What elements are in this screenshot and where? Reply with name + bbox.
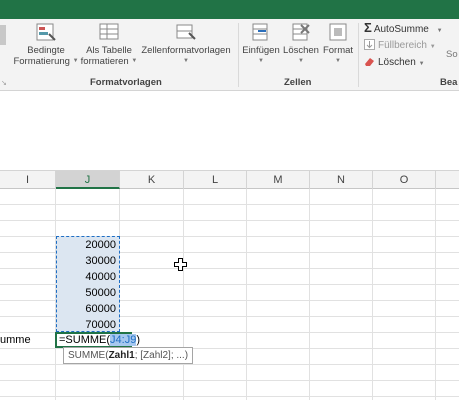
cell-cursor-icon	[174, 258, 187, 271]
format-as-table-button[interactable]: Als Tabelle formatieren ▼	[80, 22, 138, 67]
sort-filter-label: So	[446, 49, 458, 60]
grid-line	[0, 220, 459, 221]
chevron-down-icon: ▼	[258, 58, 264, 64]
cell-j7[interactable]: 50000	[56, 285, 116, 301]
chevron-down-icon: ▼	[418, 61, 425, 67]
format-as-table-label-1: Als Tabelle	[86, 45, 132, 56]
formula-range-ref: J4:J9	[110, 334, 137, 346]
tooltip-rest: ; [Zahl2]; ...)	[134, 350, 189, 361]
insert-label: Einfügen	[242, 45, 280, 56]
delete-button[interactable]: Löschen ▼	[282, 22, 320, 67]
cell-styles-icon	[175, 22, 197, 42]
table-format-icon	[98, 22, 120, 42]
cell-j4[interactable]: 20000	[56, 237, 116, 253]
ribbon-left-edge-icon	[0, 25, 6, 45]
function-tooltip[interactable]: SUMME(Zahl1; [Zahl2]; ...)	[63, 347, 194, 364]
group-label-editing: Bea	[440, 77, 458, 88]
chevron-down-icon: ▼	[183, 58, 189, 64]
column-header-j[interactable]: J	[56, 171, 120, 189]
conditional-formatting-label-1: Bedingte	[27, 45, 65, 56]
cell-j8[interactable]: 60000	[56, 301, 116, 317]
sigma-icon: Σ	[364, 20, 372, 35]
grid-line	[0, 380, 459, 381]
clear-label: Löschen	[378, 57, 416, 68]
fill-button[interactable]: Füllbereich ▼	[364, 39, 436, 52]
formula-prefix: =SUMME(	[59, 334, 111, 346]
group-dialog-launcher-icon[interactable]: ↘	[1, 79, 7, 87]
format-button[interactable]: Format ▼	[320, 22, 356, 67]
chevron-down-icon: ▼	[131, 58, 138, 64]
column-header-i[interactable]: I	[0, 171, 56, 189]
insert-button[interactable]: Einfügen ▼	[240, 22, 282, 67]
cell-j6[interactable]: 40000	[56, 269, 116, 285]
chevron-down-icon: ▼	[335, 58, 341, 64]
active-cell-j10-editor[interactable]: =SUMME(J4:J9)	[55, 332, 140, 348]
title-bar	[0, 0, 459, 19]
fill-down-icon	[364, 39, 375, 50]
cell-j5[interactable]: 30000	[56, 253, 116, 269]
format-label: Format	[322, 45, 354, 56]
autosum-button[interactable]: Σ AutoSumme ▼	[364, 20, 443, 35]
tooltip-function[interactable]: SUMME(	[68, 350, 109, 361]
chevron-down-icon: ▼	[72, 58, 79, 64]
column-header-n[interactable]: N	[310, 171, 373, 189]
format-as-table-label-2: formatieren	[80, 56, 129, 68]
column-header-k[interactable]: K	[120, 171, 184, 189]
conditional-formatting-icon	[35, 22, 57, 42]
clear-button[interactable]: Löschen ▼	[364, 56, 425, 69]
conditional-formatting-label-2: Formatierung	[13, 56, 70, 68]
tooltip-arg1: Zahl1	[108, 350, 135, 361]
group-divider	[358, 23, 359, 87]
eraser-icon	[364, 56, 375, 67]
chevron-down-icon: ▼	[436, 28, 443, 34]
column-header-o[interactable]: O	[373, 171, 436, 189]
grid-line	[0, 364, 459, 365]
chevron-down-icon: ▼	[298, 58, 304, 64]
fill-label: Füllbereich	[378, 40, 427, 51]
grid-line	[0, 396, 459, 397]
group-label-styles: Formatvorlagen	[90, 77, 162, 88]
group-divider	[238, 23, 239, 87]
formula-suffix: )	[136, 334, 140, 346]
delete-cells-icon	[290, 22, 312, 42]
insert-cells-icon	[250, 22, 272, 42]
column-header-l[interactable]: L	[184, 171, 247, 189]
column-header-m[interactable]: M	[247, 171, 310, 189]
sort-filter-button-cut[interactable]: So	[446, 49, 459, 60]
cell-styles-button[interactable]: Zellenformatvorlagen ▼	[138, 22, 234, 67]
cell-j9[interactable]: 70000	[56, 317, 116, 333]
cell-styles-label: Zellenformatvorlagen	[141, 45, 231, 56]
autosum-label: AutoSumme	[373, 24, 429, 35]
group-label-cells: Zellen	[284, 77, 312, 88]
conditional-formatting-button[interactable]: Bedingte Formatierung ▼	[12, 22, 80, 67]
formula-area-blank	[0, 91, 459, 170]
cell-i10-label[interactable]: umme	[0, 332, 31, 348]
chevron-down-icon: ▼	[429, 44, 436, 50]
column-header-row: I J K L M N O	[0, 170, 459, 189]
grid-line	[0, 204, 459, 205]
ribbon: Bedingte Formatierung ▼ Als Tabelle form…	[0, 19, 459, 91]
format-cells-icon	[327, 22, 349, 42]
delete-label: Löschen	[283, 45, 319, 56]
